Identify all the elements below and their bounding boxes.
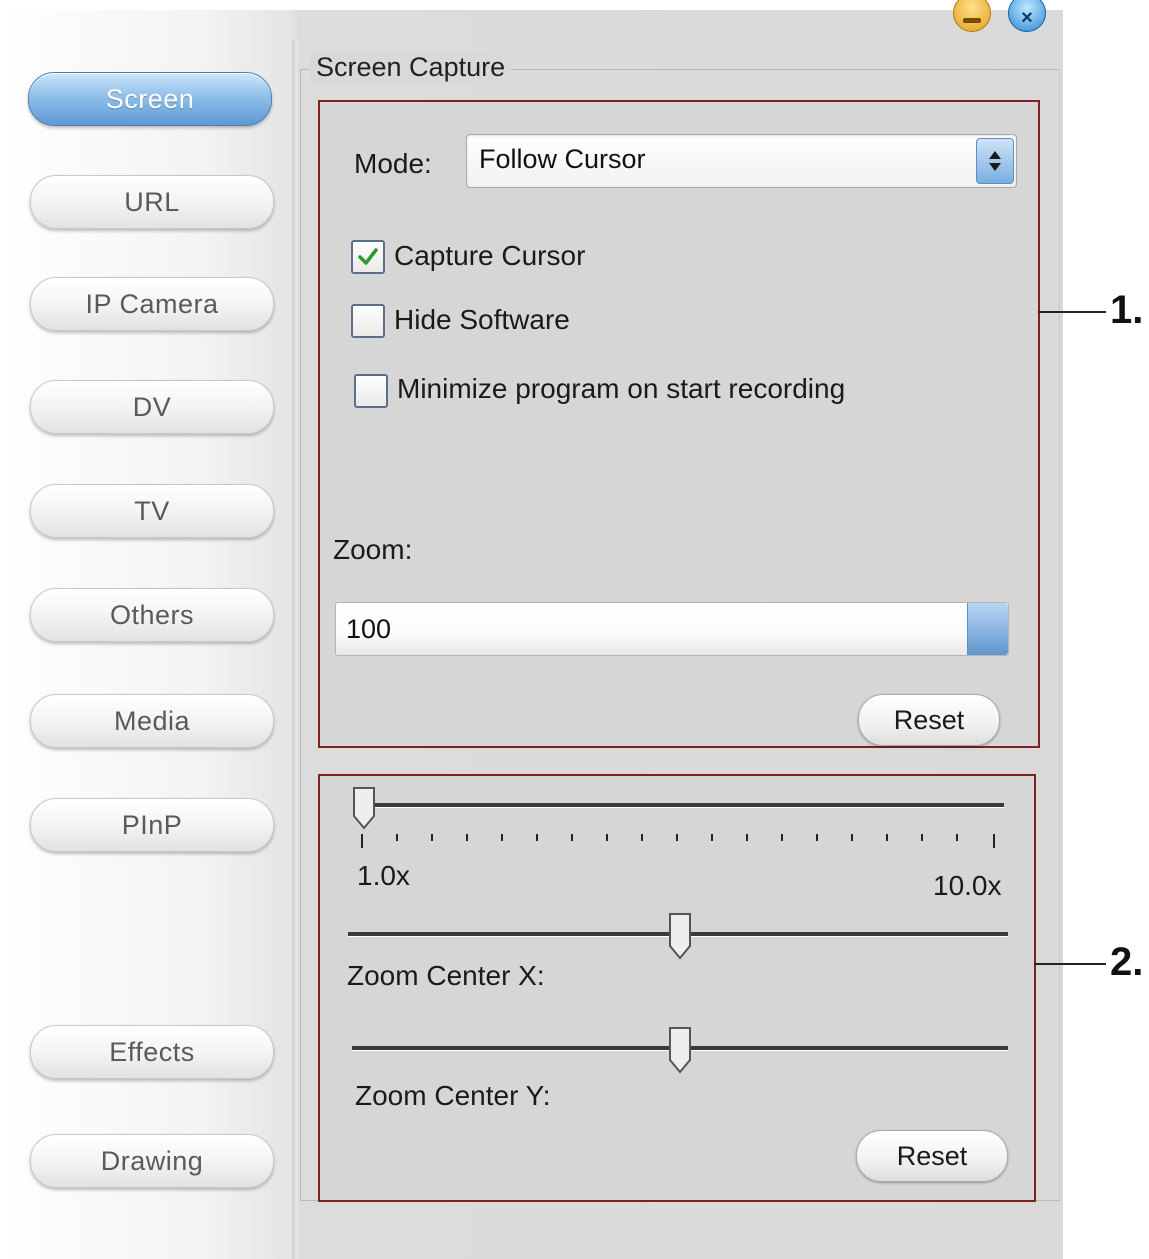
zoom-slider-track[interactable] — [364, 803, 1004, 808]
zoom-center-y-thumb[interactable] — [668, 1026, 694, 1074]
checkmark-icon — [358, 248, 378, 265]
mode-label: Mode: — [354, 148, 432, 179]
zoom-center-x-label: Zoom Center X: — [347, 960, 545, 991]
zoom-label: Zoom: — [333, 534, 413, 565]
minimize-program-checkbox[interactable] — [354, 374, 388, 408]
sidebar-item-tv[interactable]: TV — [30, 484, 274, 538]
sidebar-item-dv[interactable]: DV — [30, 380, 274, 434]
zoom-min-label: 1.0x — [357, 860, 410, 891]
callout-1: 1. — [1110, 288, 1144, 332]
zoom-slider-ticks — [361, 834, 995, 848]
sidebar-item-media[interactable]: Media — [30, 694, 274, 748]
sidebar-item-screen[interactable]: Screen — [28, 72, 272, 126]
reset-button-1[interactable]: Reset — [858, 694, 1000, 746]
zoom-input[interactable]: 100 — [335, 602, 1009, 656]
capture-cursor-label: Capture Cursor — [394, 240, 586, 271]
select-arrows-icon[interactable] — [976, 138, 1014, 184]
capture-cursor-checkbox[interactable] — [351, 240, 385, 274]
zoom-value: 100 — [346, 614, 392, 644]
sidebar-item-effects[interactable]: Effects — [30, 1025, 274, 1079]
reset-button-2[interactable]: Reset — [856, 1130, 1008, 1182]
sidebar-item-ip-camera[interactable]: IP Camera — [30, 277, 274, 331]
sidebar-item-others[interactable]: Others — [30, 588, 274, 642]
minimize-program-label: Minimize program on start recording — [397, 373, 846, 404]
mode-select-value: Follow Cursor — [479, 144, 646, 174]
callout-line-1 — [1038, 311, 1106, 313]
sidebar-item-pinp[interactable]: PInP — [30, 798, 274, 852]
zoom-max-label: 10.0x — [933, 870, 1002, 901]
callout-line-2 — [1034, 963, 1106, 965]
sidebar-divider — [292, 40, 298, 1259]
zoom-slider-thumb[interactable] — [352, 786, 378, 830]
sidebar-item-url[interactable]: URL — [30, 175, 274, 229]
zoom-center-y-label: Zoom Center Y: — [355, 1080, 551, 1111]
hide-software-checkbox[interactable] — [351, 304, 385, 338]
mode-select[interactable]: Follow Cursor — [466, 134, 1017, 188]
zoom-spin-button[interactable] — [967, 603, 1008, 655]
callout-2: 2. — [1110, 940, 1144, 984]
group-title: Screen Capture — [310, 52, 512, 83]
zoom-center-x-thumb[interactable] — [668, 912, 694, 960]
hide-software-label: Hide Software — [394, 304, 570, 335]
sidebar-item-drawing[interactable]: Drawing — [30, 1134, 274, 1188]
